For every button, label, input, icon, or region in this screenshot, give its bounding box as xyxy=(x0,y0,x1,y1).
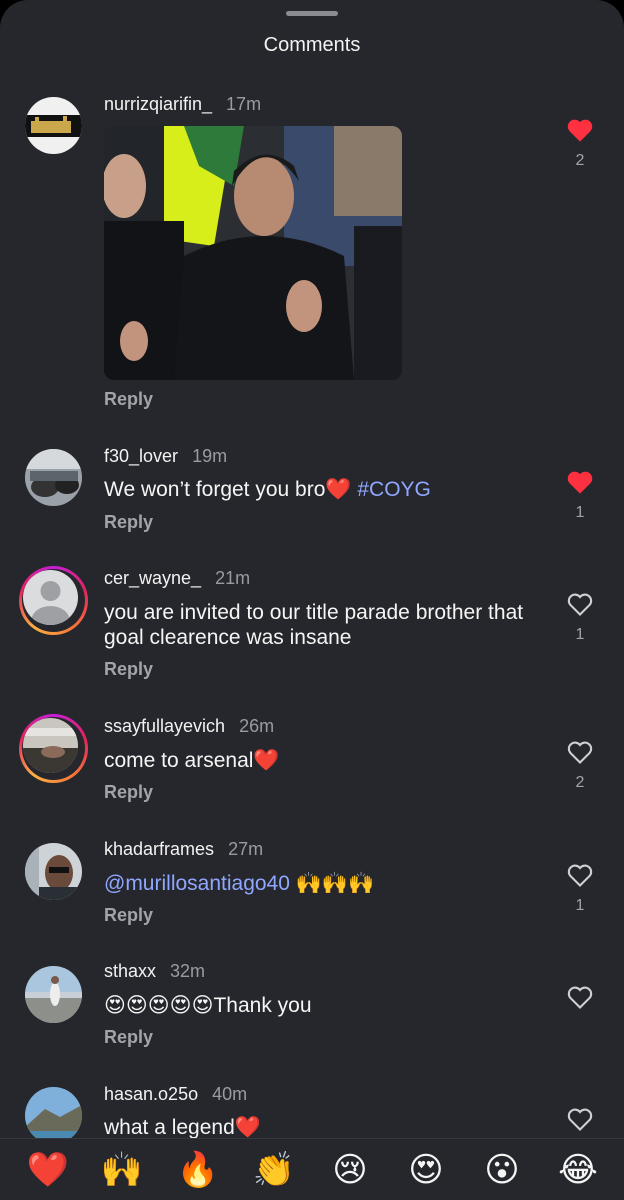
like-count: 1 xyxy=(575,504,585,521)
comment-text: you are invited to our title parade brot… xyxy=(104,601,524,649)
avatar[interactable] xyxy=(25,97,82,154)
comment-text: what a legend❤️ xyxy=(104,1116,261,1139)
reply-button[interactable]: Reply xyxy=(104,782,153,803)
avatar-story-ring[interactable] xyxy=(19,714,88,783)
timestamp: 27m xyxy=(228,839,264,859)
reply-button[interactable]: Reply xyxy=(104,1027,153,1048)
emoji-reaction-bar: ❤️ 🙌 🔥 👏 😢 😍 😮 😂 xyxy=(0,1138,624,1200)
mention-link[interactable]: @murillosantiago40 xyxy=(104,872,290,895)
avatar[interactable] xyxy=(25,449,82,506)
comment-gif-image[interactable] xyxy=(104,126,402,380)
reaction-heart-emoji[interactable]: ❤️ xyxy=(23,1147,73,1193)
heart-filled-icon[interactable] xyxy=(566,117,594,143)
like-count: 2 xyxy=(575,152,585,169)
reply-button[interactable]: Reply xyxy=(104,659,153,680)
like-count: 1 xyxy=(575,626,585,643)
avatar[interactable] xyxy=(25,966,82,1023)
comment-text: @murillosantiago40 🙌🙌🙌 xyxy=(104,872,375,895)
timestamp: 17m xyxy=(226,94,262,114)
reply-button[interactable]: Reply xyxy=(104,905,153,926)
username[interactable]: sthaxx xyxy=(104,961,156,981)
username[interactable]: cer_wayne_ xyxy=(104,568,201,588)
comment-text: 😍😍😍😍😍Thank you xyxy=(104,994,312,1017)
avatar-story-ring[interactable] xyxy=(19,566,88,635)
avatar[interactable] xyxy=(25,1087,82,1144)
hashtag-link[interactable]: #COYG xyxy=(357,478,431,501)
comment-text: come to arsenal❤️ xyxy=(104,749,280,772)
username[interactable]: khadarframes xyxy=(104,839,214,859)
reaction-heart-eyes-emoji[interactable]: 😍 xyxy=(401,1147,451,1193)
username[interactable]: ssayfullayevich xyxy=(104,716,225,736)
like-count: 2 xyxy=(575,774,585,791)
timestamp: 21m xyxy=(215,568,251,588)
reaction-surprised-emoji[interactable]: 😮 xyxy=(477,1147,527,1193)
reaction-laughing-emoji[interactable]: 😂 xyxy=(553,1147,603,1193)
timestamp: 26m xyxy=(239,716,275,736)
avatar-photo xyxy=(23,718,78,773)
like-count: 1 xyxy=(575,897,585,914)
sheet-title: Comments xyxy=(263,34,361,56)
username[interactable]: f30_lover xyxy=(104,446,178,466)
heart-outline-icon[interactable] xyxy=(566,591,594,617)
drag-handle[interactable] xyxy=(286,11,338,16)
heart-outline-icon[interactable] xyxy=(566,739,594,765)
comments-sheet: Comments nurrizqiarifin_ 17m Reply 2 f30… xyxy=(0,0,624,1200)
timestamp: 40m xyxy=(212,1084,248,1104)
comment-text: We won’t forget you bro❤️ #COYG xyxy=(104,478,431,501)
default-avatar-icon xyxy=(23,570,78,625)
timestamp: 32m xyxy=(170,961,206,981)
username[interactable]: hasan.o25o xyxy=(104,1084,198,1104)
reaction-crying-emoji[interactable]: 😢 xyxy=(325,1147,375,1193)
avatar[interactable] xyxy=(25,843,82,900)
heart-outline-icon[interactable] xyxy=(566,984,594,1010)
heart-outline-icon[interactable] xyxy=(566,862,594,888)
reaction-fire-emoji[interactable]: 🔥 xyxy=(173,1147,223,1193)
reply-button[interactable]: Reply xyxy=(104,512,153,533)
reaction-clap-emoji[interactable]: 👏 xyxy=(249,1147,299,1193)
reaction-raised-hands-emoji[interactable]: 🙌 xyxy=(97,1147,147,1193)
heart-outline-icon[interactable] xyxy=(566,1106,594,1132)
reply-button[interactable]: Reply xyxy=(104,389,153,410)
timestamp: 19m xyxy=(192,446,228,466)
heart-filled-icon[interactable] xyxy=(566,469,594,495)
username[interactable]: nurrizqiarifin_ xyxy=(104,94,212,114)
